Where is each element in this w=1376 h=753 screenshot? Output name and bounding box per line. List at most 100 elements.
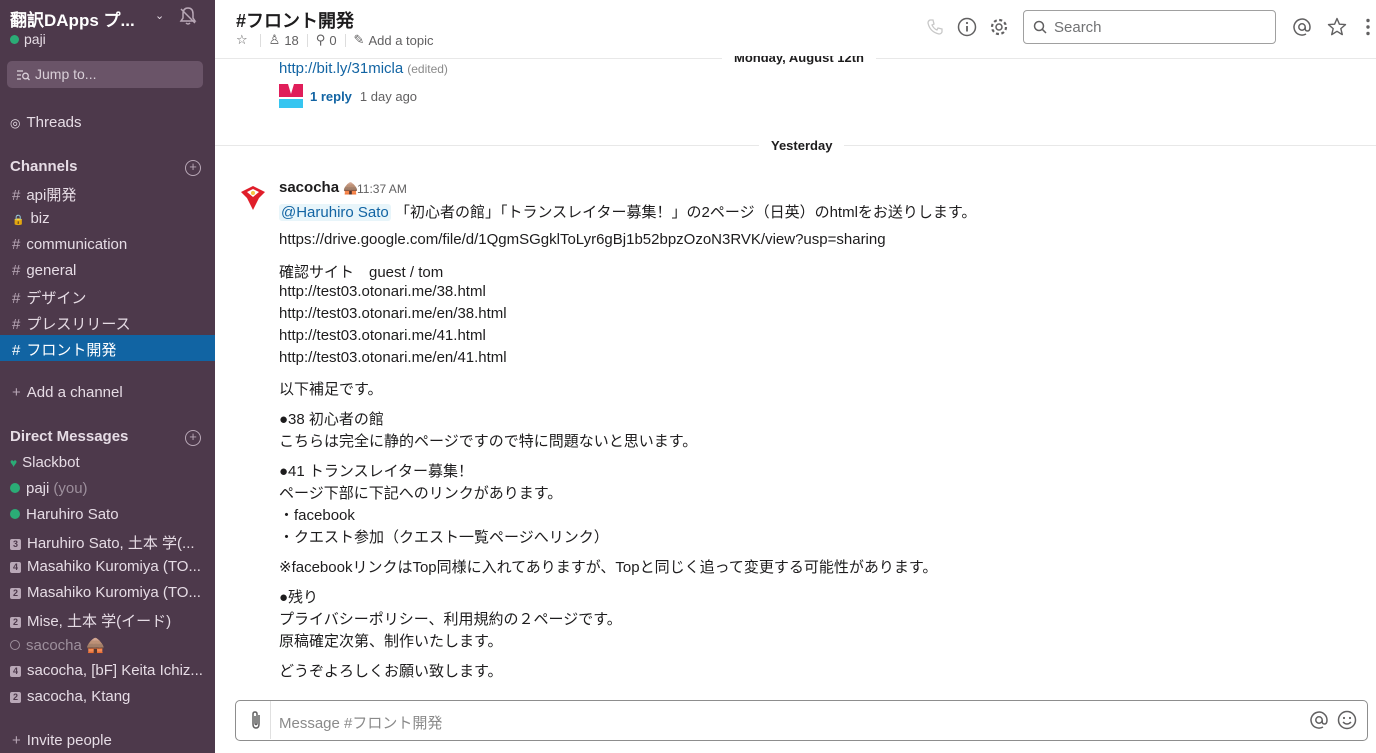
message-text: 以下補足です。	[279, 381, 383, 398]
channel-header: #フロント開発 ☆ ♙ 18 ⚲ 0 ✎ Add a topic Search	[215, 0, 1376, 56]
user-mention[interactable]: @Haruhiro Sato	[279, 204, 391, 221]
plus-icon: +	[12, 384, 21, 401]
member-count[interactable]: 18	[284, 33, 298, 48]
search-icon	[1033, 20, 1047, 34]
jump-icon	[17, 70, 30, 81]
sidebar-item-general[interactable]: # general	[0, 258, 215, 284]
sender-avatar[interactable]	[239, 184, 267, 212]
pin-icon: ⚲	[315, 32, 326, 47]
current-user[interactable]: paji	[10, 31, 46, 47]
dm-item-haruhiro[interactable]: Haruhiro Sato	[0, 502, 215, 528]
at-mention-icon[interactable]	[1309, 710, 1329, 730]
message-timestamp[interactable]: 11:37 AM	[357, 182, 407, 196]
dm-label: Slackbot	[22, 454, 80, 471]
dm-item-group[interactable]: 2 Masahiko Kuromiya (TO...	[0, 580, 215, 606]
message-text: こちらは完全に静的ページですので特に問題ないと思います。	[279, 433, 698, 450]
channels-header[interactable]: Channels	[10, 158, 78, 175]
workspace-name[interactable]: 翻訳DApps プ...	[10, 6, 160, 31]
dm-item-group[interactable]: 2 sacocha, Ktang	[0, 684, 215, 710]
message-pane: Monday, August 12th http://bit.ly/31micl…	[215, 56, 1376, 696]
sidebar-item-api[interactable]: # api開発	[0, 180, 215, 206]
message-text: ※facebookリンクはTop同様に入れてありますが、Topと同じく追って変更…	[279, 559, 938, 576]
page-link[interactable]: http://test03.otonari.me/en/41.html	[279, 349, 507, 366]
message-link[interactable]: http://bit.ly/31micla	[279, 60, 403, 77]
page-link[interactable]: http://test03.otonari.me/38.html	[279, 283, 486, 300]
member-count-icon: 2	[10, 692, 21, 703]
sidebar: 翻訳DApps プ... ⌄ paji Jump to... ◎ Threads …	[0, 0, 215, 753]
dm-item-group[interactable]: 4 Masahiko Kuromiya (TO...	[0, 554, 215, 580]
paperclip-icon[interactable]	[248, 710, 264, 730]
thread-replies[interactable]: 1 reply 1 day ago	[279, 84, 417, 108]
presence-icon	[10, 483, 20, 493]
dm-label: sacocha, [bF] Keita Ichiz...	[27, 662, 203, 679]
sender-name[interactable]: sacocha 🛖	[279, 179, 358, 196]
dm-label: sacocha, Ktang	[27, 688, 131, 705]
sidebar-item-communication[interactable]: # communication	[0, 232, 215, 258]
message-text: プライバシーポリシー、利用規約の２ページです。	[279, 611, 622, 628]
member-count-icon: 2	[10, 588, 21, 599]
message-input[interactable]: Message #フロント開発	[279, 712, 442, 733]
emoji-icon[interactable]	[1337, 710, 1357, 730]
dm-item-sacocha[interactable]: sacocha 🛖	[0, 632, 215, 658]
reply-avatar	[279, 84, 303, 108]
info-icon[interactable]	[957, 17, 977, 37]
dm-item-self[interactable]: paji (you)	[0, 476, 215, 502]
reply-count[interactable]: 1 reply	[310, 89, 352, 104]
channel-label: フロント開発	[26, 342, 117, 359]
sidebar-item-front[interactable]: # フロント開発	[0, 335, 215, 361]
bell-icon[interactable]	[178, 6, 198, 26]
member-count-icon: 4	[10, 562, 21, 573]
divider	[344, 33, 346, 47]
invite-people-button[interactable]: + Invite people	[12, 732, 112, 749]
message-composer[interactable]: Message #フロント開発	[235, 700, 1368, 741]
sidebar-item-press[interactable]: # プレスリリース	[0, 309, 215, 335]
dm-item-group[interactable]: 3 Haruhiro Sato, 土本 学(...	[0, 528, 215, 554]
dm-label: Masahiko Kuromiya (TO...	[27, 558, 201, 575]
you-label: (you)	[53, 480, 88, 497]
dm-label: paji	[26, 480, 50, 497]
channel-meta: ☆ ♙ 18 ⚲ 0 ✎ Add a topic	[236, 32, 434, 48]
divider	[306, 33, 308, 47]
channel-label: general	[26, 262, 77, 279]
dm-label: Haruhiro Sato	[26, 506, 119, 523]
add-dm-icon[interactable]: +	[185, 430, 201, 446]
page-link[interactable]: http://test03.otonari.me/41.html	[279, 327, 486, 344]
threads-icon: ◎	[10, 116, 21, 130]
add-topic-link[interactable]: Add a topic	[368, 33, 433, 48]
presence-icon	[10, 35, 19, 44]
gear-icon[interactable]	[989, 17, 1009, 37]
star-icon[interactable]	[1327, 17, 1347, 37]
message-text: ・クエスト参加（クエスト一覧ページへリンク）	[279, 529, 609, 546]
message-text: どうぞよろしくお願い致します。	[279, 663, 503, 680]
sidebar-item-biz[interactable]: 🔒 biz	[0, 206, 215, 232]
message-text: 「初心者の館」「トランスレイター募集！」の2ページ（日英）のhtmlをお送りしま…	[390, 204, 977, 221]
jump-to-button[interactable]: Jump to...	[7, 61, 203, 88]
search-input[interactable]: Search	[1023, 10, 1276, 44]
channel-title[interactable]: #フロント開発	[236, 7, 354, 33]
dm-header[interactable]: Direct Messages	[10, 428, 128, 445]
slack-app: 翻訳DApps プ... ⌄ paji Jump to... ◎ Threads …	[0, 0, 1376, 753]
phone-icon[interactable]	[925, 17, 945, 37]
dm-label: Masahiko Kuromiya (TO...	[27, 584, 201, 601]
hash-icon: #	[12, 262, 21, 279]
invite-label: Invite people	[26, 732, 112, 749]
drive-link[interactable]: https://drive.google.com/file/d/1QgmSGgk…	[279, 231, 886, 248]
channel-label: biz	[30, 210, 50, 227]
threads-item[interactable]: ◎ Threads	[10, 114, 82, 131]
dm-item-slackbot[interactable]: ♥ Slackbot	[0, 450, 215, 476]
dm-item-group[interactable]: 4 sacocha, [bF] Keita Ichiz...	[0, 658, 215, 684]
add-channel-button[interactable]: + Add a channel	[12, 384, 123, 401]
add-channel-icon[interactable]: +	[185, 160, 201, 176]
presence-icon	[10, 509, 20, 519]
channel-label: communication	[26, 236, 128, 253]
dm-item-group[interactable]: 2 Mise, 土本 学(イード)	[0, 606, 215, 632]
more-vertical-icon[interactable]	[1358, 17, 1376, 37]
chevron-down-icon[interactable]: ⌄	[155, 9, 164, 22]
at-mentions-icon[interactable]	[1292, 17, 1312, 37]
previous-message: http://bit.ly/31micla (edited)	[279, 60, 448, 77]
star-icon[interactable]: ☆	[236, 32, 248, 48]
away-icon	[10, 640, 20, 650]
sidebar-item-design[interactable]: # デザイン	[0, 283, 215, 309]
page-link[interactable]: http://test03.otonari.me/en/38.html	[279, 305, 507, 322]
pin-count[interactable]: 0	[329, 33, 336, 48]
